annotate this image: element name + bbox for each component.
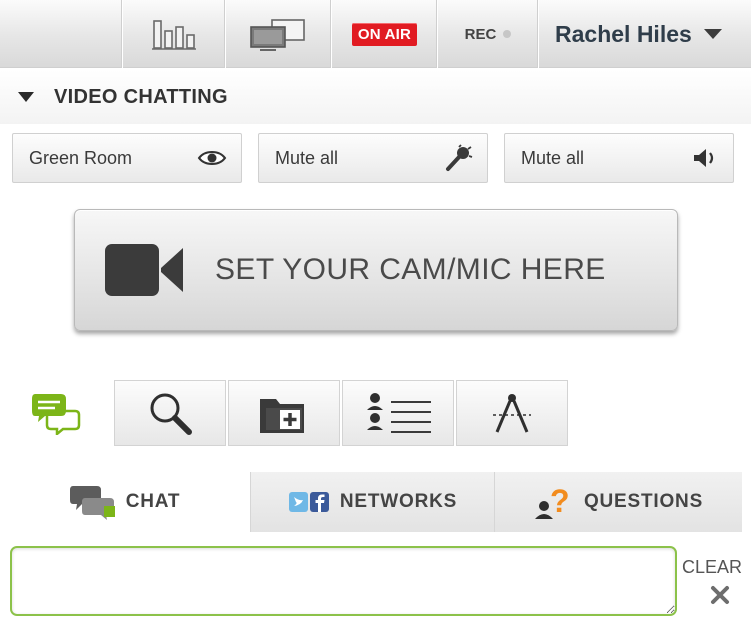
tab-networks[interactable]: NETWORKS xyxy=(250,472,494,532)
screen-share-button[interactable] xyxy=(225,0,331,68)
user-menu[interactable]: Rachel Hiles xyxy=(538,0,751,68)
search-icon xyxy=(150,393,192,435)
tab-participants-tool[interactable] xyxy=(342,380,454,446)
cam-mic-label: SET YOUR CAM/MIC HERE xyxy=(215,253,606,286)
svg-text:?: ? xyxy=(550,484,570,519)
clear-label: CLEAR xyxy=(682,557,743,577)
bar-chart-icon xyxy=(152,20,196,50)
tab-chat-label: CHAT xyxy=(125,491,181,512)
mute-speakers-label: Mute all xyxy=(521,147,585,168)
tab-networks-label: NETWORKS xyxy=(339,491,458,512)
video-camera-icon xyxy=(105,244,183,296)
close-icon xyxy=(711,586,729,604)
stats-button[interactable] xyxy=(122,0,225,68)
compass-tool-icon xyxy=(493,394,531,433)
tab-questions[interactable]: ? QUESTIONS xyxy=(494,472,742,532)
screen-share-icon xyxy=(249,19,305,51)
set-cam-mic-button[interactable]: SET YOUR CAM/MIC HERE xyxy=(74,209,678,331)
tab-search-tool[interactable] xyxy=(114,380,226,446)
on-air-badge: ON AIR xyxy=(351,22,418,46)
mute-all-mics-button[interactable]: Mute all xyxy=(258,133,488,183)
video-chatting-header[interactable]: VIDEO CHATTING xyxy=(0,70,751,124)
chat-tab-icon xyxy=(69,486,115,520)
section-title: VIDEO CHATTING xyxy=(54,85,228,108)
top-toolbar: ON AIR REC Rachel Hiles xyxy=(0,0,751,68)
mute-all-speakers-button[interactable]: Mute all xyxy=(504,133,734,183)
on-air-toggle[interactable]: ON AIR xyxy=(331,0,437,68)
tab-files-tool[interactable] xyxy=(228,380,340,446)
user-name: Rachel Hiles xyxy=(555,20,692,47)
chat-message-input[interactable] xyxy=(10,546,677,616)
tab-draw-tool[interactable] xyxy=(456,380,568,446)
green-room-label: Green Room xyxy=(29,147,133,168)
question-user-icon: ? xyxy=(534,484,570,519)
chat-bubbles-icon xyxy=(32,394,81,435)
tab-chat[interactable]: CHAT xyxy=(0,472,250,532)
twitter-facebook-icon xyxy=(288,492,329,512)
microphone-icon xyxy=(446,144,473,171)
mute-mics-label: Mute all xyxy=(275,147,339,168)
chevron-down-icon xyxy=(703,29,722,39)
clear-button[interactable]: CLEAR xyxy=(682,557,751,613)
record-toggle[interactable]: REC xyxy=(437,0,538,68)
speaker-icon xyxy=(694,149,714,167)
add-folder-icon xyxy=(260,399,304,433)
tab-chat-tool[interactable] xyxy=(0,380,112,446)
green-room-button[interactable]: Green Room xyxy=(12,133,242,183)
tool-tabs xyxy=(0,380,568,446)
eye-icon xyxy=(197,151,227,165)
user-list-icon xyxy=(367,393,431,433)
rec-label: REC xyxy=(464,25,497,43)
chat-tabs: CHAT NETWORKS ? QUESTIONS xyxy=(0,472,751,532)
record-status-dot xyxy=(503,30,512,38)
collapse-triangle-icon xyxy=(18,92,34,102)
tab-questions-label: QUESTIONS xyxy=(583,491,704,512)
